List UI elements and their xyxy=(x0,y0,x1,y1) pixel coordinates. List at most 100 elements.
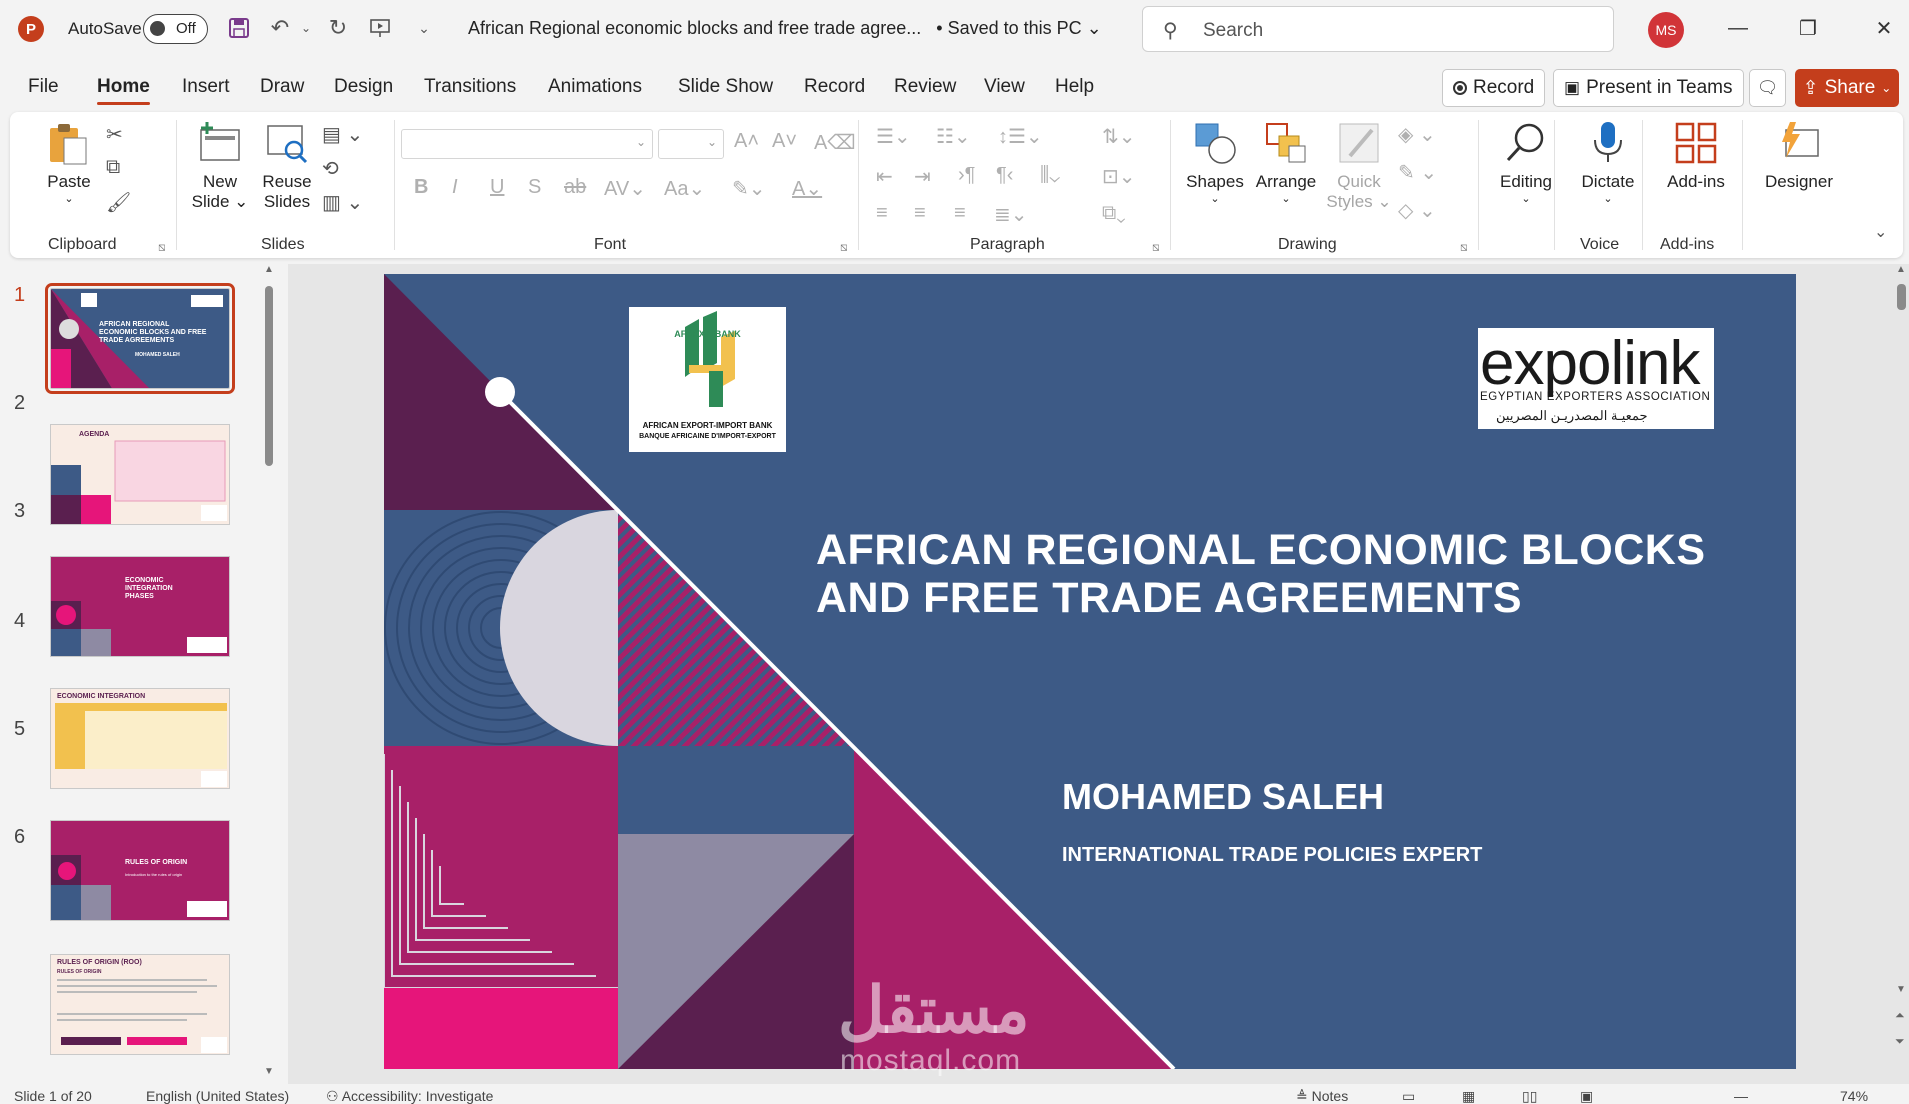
start-slideshow-icon[interactable] xyxy=(366,14,394,42)
language-status[interactable]: English (United States) xyxy=(146,1088,289,1104)
slide-sorter-icon[interactable]: ▦ xyxy=(1462,1088,1475,1104)
slide-thumbnail-4[interactable]: ECONOMIC INTEGRATION xyxy=(50,688,230,789)
user-avatar[interactable]: MS xyxy=(1648,12,1684,48)
shape-fill-icon[interactable]: ◈ ⌄ xyxy=(1398,122,1436,147)
reset-icon[interactable]: ⟲ xyxy=(322,156,339,181)
tab-view[interactable]: View xyxy=(984,76,1025,98)
tab-review[interactable]: Review xyxy=(894,76,956,98)
close-icon[interactable]: ✕ xyxy=(1864,12,1904,44)
bullets-icon[interactable]: ☰⌄ xyxy=(876,124,911,149)
tab-record[interactable]: Record xyxy=(804,76,865,98)
slide-thumbnail-5[interactable]: RULES OF ORIGIN Introduction to the rule… xyxy=(50,820,230,921)
undo-dropdown-icon[interactable]: ⌄ xyxy=(292,14,320,42)
align-right-icon[interactable]: ≡ xyxy=(954,202,966,225)
comments-button[interactable]: 🗨 xyxy=(1749,69,1786,107)
text-direction-icon[interactable]: ⇅⌄ xyxy=(1102,124,1136,149)
grow-font-icon[interactable]: A˄ xyxy=(734,130,759,153)
clear-formatting-icon[interactable]: A⌫ xyxy=(814,130,856,155)
tab-help[interactable]: Help xyxy=(1055,76,1094,98)
columns-icon[interactable]: ⫼⌄ xyxy=(1040,164,1060,187)
minimize-icon[interactable]: — xyxy=(1718,12,1758,44)
strikethrough-icon[interactable]: ab xyxy=(564,176,586,199)
font-launcher-icon[interactable]: ⧅ xyxy=(840,240,848,255)
redo-icon[interactable]: ↻ xyxy=(324,14,352,42)
numbering-icon[interactable]: ☷⌄ xyxy=(936,124,971,149)
cut-icon[interactable]: ✂ xyxy=(106,122,123,147)
tab-design[interactable]: Design xyxy=(334,76,393,98)
presenter-role[interactable]: INTERNATIONAL TRADE POLICIES EXPERT xyxy=(1062,844,1482,867)
rtl-icon[interactable]: ¶‹ xyxy=(996,164,1013,187)
previous-slide-icon[interactable]: ⏶ xyxy=(1895,1008,1905,1023)
present-in-teams-button[interactable]: ▣ Present in Teams xyxy=(1553,69,1744,107)
tab-file[interactable]: File xyxy=(28,76,59,98)
shape-effects-icon[interactable]: ◇ ⌄ xyxy=(1398,198,1436,223)
tab-draw[interactable]: Draw xyxy=(260,76,304,98)
thumbnails-scrollbar[interactable]: ▲ ▼ xyxy=(262,264,276,1084)
tab-insert[interactable]: Insert xyxy=(182,76,230,98)
slide-thumbnail-6[interactable]: RULES OF ORIGIN (ROO) RULES OF ORIGIN xyxy=(50,954,230,1055)
accessibility-status[interactable]: ⚇ Accessibility: Investigate xyxy=(326,1088,493,1104)
change-case-icon[interactable]: Aa⌄ xyxy=(664,176,705,201)
shadow-icon[interactable]: S xyxy=(528,176,541,199)
presenter-name[interactable]: MOHAMED SALEH xyxy=(1062,776,1384,818)
quick-styles-button[interactable]: Quick Styles ⌄ xyxy=(1326,120,1392,212)
share-button[interactable]: ⇪ Share ⌄ xyxy=(1795,69,1899,107)
character-spacing-icon[interactable]: AV⌄ xyxy=(604,176,646,201)
next-slide-icon[interactable]: ⏷ xyxy=(1895,1034,1905,1049)
drawing-launcher-icon[interactable]: ⧅ xyxy=(1460,240,1468,255)
slideshow-view-icon[interactable]: ▣ xyxy=(1580,1088,1593,1104)
font-color-icon[interactable]: A⌄ xyxy=(792,176,822,201)
ltr-icon[interactable]: ›¶ xyxy=(958,164,975,187)
justify-icon[interactable]: ≣⌄ xyxy=(994,202,1028,227)
bold-icon[interactable]: B xyxy=(414,176,428,199)
zoom-level[interactable]: 74% xyxy=(1840,1088,1868,1104)
normal-view-icon[interactable]: ▭ xyxy=(1402,1088,1415,1104)
document-title[interactable]: African Regional economic blocks and fre… xyxy=(468,18,1102,39)
align-text-icon[interactable]: ⊡⌄ xyxy=(1102,164,1136,189)
new-slide-button[interactable]: New Slide ⌄ xyxy=(190,120,250,212)
collapse-ribbon-icon[interactable]: ⌄ xyxy=(1874,222,1887,242)
reading-view-icon[interactable]: ▯▯ xyxy=(1522,1088,1537,1104)
paste-button[interactable]: Paste ⌄ xyxy=(34,120,104,205)
restore-icon[interactable]: ❐ xyxy=(1788,12,1828,44)
tab-transitions[interactable]: Transitions xyxy=(424,76,516,98)
tab-home[interactable]: Home xyxy=(97,76,150,105)
tab-slide-show[interactable]: Slide Show xyxy=(678,76,773,98)
paragraph-launcher-icon[interactable]: ⧅ xyxy=(1152,240,1160,255)
underline-icon[interactable]: U xyxy=(490,176,504,199)
slide-thumbnail-3[interactable]: ECONOMIC INTEGRATION PHASES xyxy=(50,556,230,657)
reuse-slides-button[interactable]: Reuse Slides xyxy=(256,120,318,212)
tab-animations[interactable]: Animations xyxy=(548,76,642,98)
font-family-select[interactable]: ⌄ xyxy=(401,129,653,159)
section-icon[interactable]: ▥ ⌄ xyxy=(322,190,363,215)
shrink-font-icon[interactable]: A˅ xyxy=(772,130,797,153)
notes-button[interactable]: ≜ Notes xyxy=(1296,1088,1348,1104)
format-painter-icon[interactable]: 🖌 xyxy=(106,190,131,215)
add-ins-button[interactable]: Add-ins xyxy=(1652,120,1740,192)
layout-icon[interactable]: ▤ ⌄ xyxy=(322,122,363,147)
slide-thumbnail-2[interactable]: AGENDA xyxy=(50,424,230,525)
font-size-select[interactable]: ⌄ xyxy=(658,129,724,159)
shape-outline-icon[interactable]: ✎ ⌄ xyxy=(1398,160,1437,185)
smartart-icon[interactable]: ⧉⌄ xyxy=(1102,202,1126,225)
clipboard-launcher-icon[interactable]: ⧅ xyxy=(158,240,166,255)
save-icon[interactable] xyxy=(225,14,253,42)
record-button[interactable]: Record xyxy=(1442,69,1546,107)
align-center-icon[interactable]: ≡ xyxy=(914,202,926,225)
increase-indent-icon[interactable]: ⇥ xyxy=(914,164,931,189)
designer-button[interactable]: Designer xyxy=(1754,120,1844,192)
line-spacing-icon[interactable]: ↕☰⌄ xyxy=(998,124,1043,149)
dictate-button[interactable]: Dictate ⌄ xyxy=(1566,120,1650,205)
customize-toolbar-icon[interactable]: ⌄ xyxy=(410,14,438,42)
decrease-indent-icon[interactable]: ⇤ xyxy=(876,164,893,189)
arrange-button[interactable]: Arrange ⌄ xyxy=(1250,120,1322,205)
current-slide[interactable]: AFREXIMBANK AFRICAN EXPORT-IMPORT BANK B… xyxy=(384,274,1796,1069)
slide-thumbnail-1[interactable]: AFRICAN REGIONAL ECONOMIC BLOCKS AND FRE… xyxy=(45,283,235,394)
zoom-out-icon[interactable]: — xyxy=(1734,1088,1748,1104)
autosave-toggle[interactable]: Off xyxy=(143,14,208,44)
slide-scrollbar[interactable]: ▲ ▼ ⏶ ⏷ xyxy=(1894,264,1909,1084)
copy-icon[interactable]: ⧉ xyxy=(106,156,120,179)
slide-title[interactable]: AFRICAN REGIONAL ECONOMIC BLOCKS AND FRE… xyxy=(816,526,1706,622)
italic-icon[interactable]: I xyxy=(452,176,458,199)
align-left-icon[interactable]: ≡ xyxy=(876,202,888,225)
